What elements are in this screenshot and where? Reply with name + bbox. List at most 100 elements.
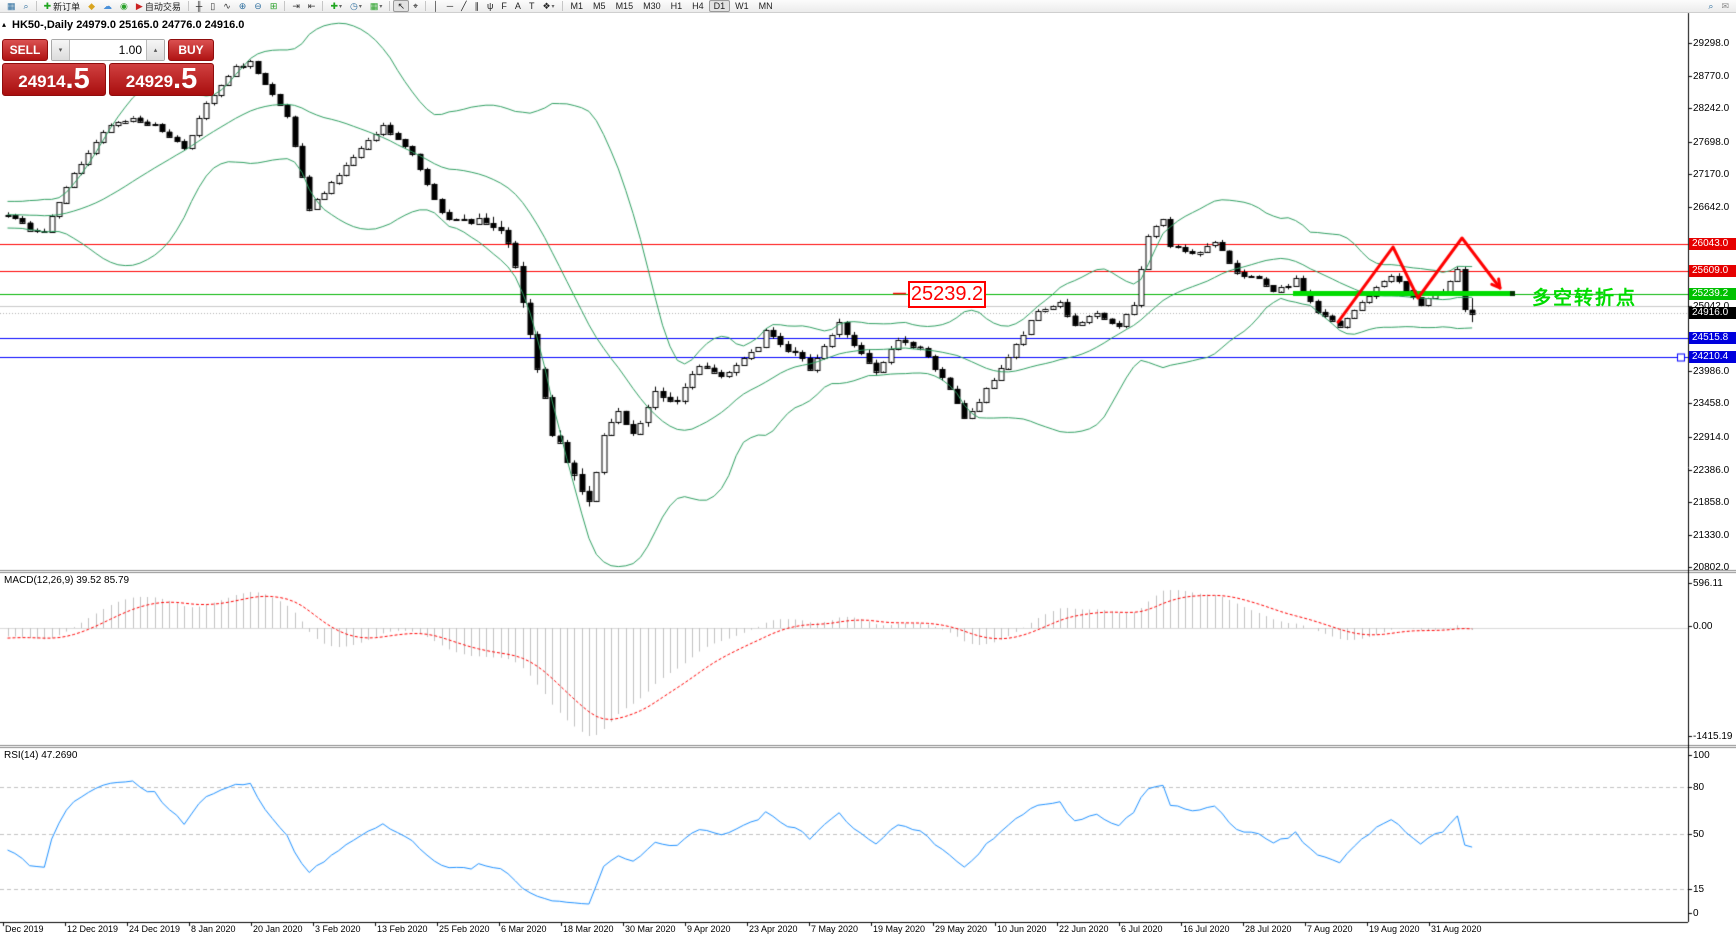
data-window-icon: ⌕: [23, 1, 29, 11]
indicators-button[interactable]: ✚ ▾: [326, 0, 346, 12]
rsi-label: RSI(14) 47.2690: [4, 750, 78, 761]
price-line-badge[interactable]: 24515.8: [1689, 332, 1736, 345]
chat-icon: ✉: [1721, 1, 1729, 11]
fibonacci-icon[interactable]: F: [497, 0, 511, 12]
volume-up-button[interactable]: ▴: [146, 40, 164, 60]
toolbar-separator: [561, 1, 563, 11]
autotrade-button: ▶: [135, 1, 143, 11]
date-axis-label: Dec 2019: [5, 924, 44, 934]
rsi-axis-tick: 50: [1693, 829, 1705, 840]
arrows-icon: ❖: [542, 1, 551, 11]
candle-chart-icon: ▯: [210, 1, 216, 11]
cursor-icon: ↖: [397, 1, 405, 11]
trendline-icon[interactable]: ╱: [457, 0, 470, 12]
equidistant-channel-icon[interactable]: ∥: [471, 0, 484, 12]
price-axis-tick: 27698.0: [1693, 136, 1730, 148]
price-level-label[interactable]: 25239.2: [908, 281, 986, 308]
fibonacci-icon: F: [501, 1, 507, 11]
zoom-in-icon[interactable]: ⊕: [235, 0, 251, 12]
andrews-pitchfork-icon[interactable]: ψ: [483, 0, 497, 12]
date-axis-label: 19 May 2020: [873, 924, 926, 934]
timeframe-m30[interactable]: M30: [638, 0, 666, 12]
chat-icon[interactable]: ✉: [1717, 0, 1733, 12]
highlighter-icon[interactable]: ◆: [84, 0, 99, 12]
templates-button[interactable]: ▦ ▾: [366, 0, 387, 12]
price-line-badge[interactable]: 26043.0: [1689, 237, 1736, 250]
sell-button[interactable]: SELL: [2, 39, 48, 61]
tile-windows-icon[interactable]: ⊞: [266, 0, 282, 12]
price-line-badge[interactable]: 25239.2: [1689, 287, 1736, 300]
horizontal-line-icon: ─: [446, 1, 454, 11]
timeframe-w1[interactable]: W1: [730, 0, 754, 12]
price-line-badge[interactable]: 24916.0: [1689, 307, 1736, 320]
crosshair-icon[interactable]: ⌖: [409, 0, 422, 12]
candle-chart-icon[interactable]: ▯: [206, 0, 219, 12]
horizontal-line-icon[interactable]: ─: [443, 0, 457, 12]
date-axis-label: 7 Aug 2020: [1307, 924, 1353, 934]
signals-icon[interactable]: ◉: [116, 0, 132, 12]
chart-title: HK50-,Daily 24979.0 25165.0 24776.0 2491…: [12, 19, 245, 31]
text-icon[interactable]: A: [511, 0, 525, 12]
chevron-down-icon: ▾: [358, 3, 362, 10]
date-axis-label: 23 Apr 2020: [749, 924, 798, 934]
price-line-badge[interactable]: 24210.4: [1689, 351, 1736, 364]
price-axis-tick: 28770.0: [1693, 70, 1730, 82]
timeframe-m15[interactable]: M15: [611, 0, 639, 12]
price-line-badge[interactable]: 25609.0: [1689, 264, 1736, 277]
data-window-icon[interactable]: ⌕: [20, 0, 33, 12]
chart-shift-icon[interactable]: ⇤: [304, 0, 320, 12]
macd-axis-tick: 0.00: [1693, 621, 1713, 632]
price-axis-tick: 22386.0: [1693, 464, 1730, 476]
date-axis-label: 28 Jul 2020: [1245, 924, 1292, 934]
buy-price-tile[interactable]: 24929.5: [109, 63, 214, 96]
text-icon: A: [514, 1, 521, 11]
toolbar-separator: [425, 1, 427, 11]
chart-windows-icon[interactable]: ▦: [3, 0, 20, 12]
cursor-icon[interactable]: ↖: [393, 0, 409, 12]
toolbar-separator: [35, 1, 37, 11]
zoom-out-icon[interactable]: ⊖: [250, 0, 266, 12]
new-order-button[interactable]: ✚ 新订单: [40, 0, 85, 12]
autotrade-button[interactable]: ▶ 自动交易: [132, 0, 185, 12]
zoom-in-icon: ⊕: [238, 1, 247, 11]
timeframe-m1[interactable]: M1: [566, 0, 589, 12]
timeframe-d1[interactable]: D1: [708, 0, 731, 12]
timeframe-h1[interactable]: H1: [666, 0, 688, 12]
timeframe-h4[interactable]: H4: [687, 0, 709, 12]
date-axis-label: 6 Jul 2020: [1121, 924, 1163, 934]
pivot-note-text[interactable]: 多空转折点: [1532, 283, 1637, 310]
macd-label: MACD(12,26,9) 39.52 85.79: [4, 575, 130, 586]
date-axis-label: 29 May 2020: [935, 924, 988, 934]
chevron-down-icon: ▾: [339, 3, 343, 10]
header-expander-icon[interactable]: ▴: [2, 20, 6, 29]
price-axis-tick: 26642.0: [1693, 201, 1730, 213]
timeframe-mn[interactable]: MN: [754, 0, 778, 12]
main-toolbar: ▦ ⌕ ✚ 新订单 ◆ ☁ ◉ ▶ 自动交易 ╫ ▯ ∿ ⊕ ⊖ ⊞ ⇥ ⇤ ✚ ▾ ◷ ▾ ▦ ▾ ↖ ⌖ │ ─ ╱ ∥ ψ F A T ❖ ▾…: [0, 0, 1736, 13]
price-axis-tick: 23458.0: [1693, 398, 1730, 410]
search-icon[interactable]: ⌕: [1704, 0, 1717, 12]
date-axis-label: 18 Mar 2020: [563, 924, 614, 934]
arrows-icon[interactable]: ❖ ▾: [538, 0, 558, 12]
buy-button[interactable]: BUY: [168, 39, 214, 61]
vertical-line-icon[interactable]: │: [429, 0, 443, 12]
rsi-axis-tick: 15: [1693, 884, 1705, 895]
volume-input[interactable]: 1.00: [70, 40, 146, 60]
date-axis-label: 30 Mar 2020: [625, 924, 676, 934]
new-order-button-label: 新订单: [53, 1, 81, 12]
cloud-icon[interactable]: ☁: [99, 0, 116, 12]
periods-button[interactable]: ◷ ▾: [346, 0, 366, 12]
equidistant-channel-icon: ∥: [474, 1, 480, 11]
date-axis-label: 20 Jan 2020: [253, 924, 303, 934]
toolbar-separator: [389, 1, 391, 11]
auto-scroll-icon[interactable]: ⇥: [288, 0, 304, 12]
chart-shift-icon: ⇤: [307, 1, 316, 11]
chart-canvas[interactable]: [0, 0, 1736, 937]
date-axis-label: 9 Apr 2020: [687, 924, 731, 934]
ask-price-frac: .5: [173, 63, 198, 95]
bar-chart-icon[interactable]: ╫: [192, 0, 206, 12]
text-label-icon[interactable]: T: [525, 0, 539, 12]
volume-down-button[interactable]: ▾: [52, 40, 70, 60]
line-chart-icon[interactable]: ∿: [219, 0, 235, 12]
timeframe-m5[interactable]: M5: [588, 0, 611, 12]
sell-price-tile[interactable]: 24914.5: [2, 63, 106, 96]
